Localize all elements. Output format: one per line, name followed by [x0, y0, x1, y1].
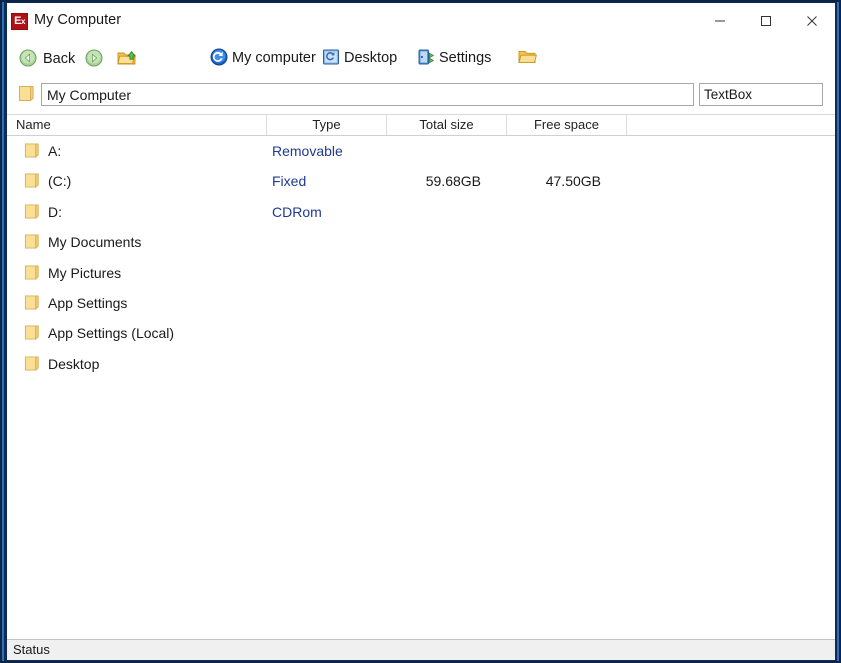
my-computer-icon [210, 48, 228, 66]
settings-icon [417, 48, 435, 66]
table-row[interactable]: My Pictures [7, 258, 835, 288]
cell-type [272, 227, 382, 257]
window-title: My Computer [34, 12, 122, 28]
cell-name: App Settings (Local) [48, 325, 175, 342]
secondary-textbox[interactable] [699, 83, 823, 106]
cell-free-space [507, 349, 619, 379]
folder-icon [24, 172, 40, 189]
cell-name: App Settings [48, 294, 128, 311]
cell-type [272, 349, 382, 379]
table-row[interactable]: App Settings (Local) [7, 318, 835, 348]
cell-free-space [507, 136, 619, 166]
toolbar-item-desktop-label: Desktop [344, 50, 398, 67]
column-header-type[interactable]: Type [267, 115, 387, 135]
toolbar-item-settings[interactable]: Settings [417, 48, 491, 68]
folder-icon [24, 203, 40, 220]
table-row[interactable]: (C:) Fixed 59.68GB 47.50GB [7, 166, 835, 196]
folder-icon [24, 233, 40, 250]
minimize-icon[interactable] [697, 3, 743, 36]
cell-free-space [507, 227, 619, 257]
cell-type: CDRom [272, 203, 322, 220]
cell-total-size [387, 318, 499, 348]
toolbar: Back My computer Desktop Settings [7, 39, 835, 112]
column-header-total-size[interactable]: Total size [387, 115, 507, 135]
back-button[interactable]: Back [19, 49, 75, 69]
cell-free-space [507, 288, 619, 318]
cell-name: A: [48, 143, 62, 159]
table-row[interactable]: My Documents [7, 227, 835, 257]
folder-icon [24, 355, 40, 372]
cell-name: D: [48, 203, 62, 220]
toolbar-item-settings-label: Settings [439, 50, 492, 67]
desktop-background: Ex My Computer Back My computer Desktop … [0, 0, 841, 663]
up-button[interactable] [117, 48, 139, 69]
column-header-free-space[interactable]: Free space [507, 115, 627, 135]
open-folder-button[interactable] [518, 48, 540, 68]
cell-type: Removable [272, 143, 343, 159]
cell-total-size [387, 136, 499, 166]
cell-type: Fixed [272, 173, 307, 190]
cell-free-space [507, 258, 619, 288]
back-button-label: Back [43, 51, 76, 68]
address-bar [7, 77, 835, 113]
column-header-row: Name Type Total size Free space [7, 115, 835, 136]
cell-free-space [507, 197, 619, 227]
cell-free-space [507, 318, 619, 348]
cell-total-size [387, 258, 499, 288]
status-bar: Status [7, 639, 835, 660]
column-header-name[interactable]: Name [7, 115, 267, 135]
folder-icon [24, 294, 40, 311]
cell-name: My Documents [48, 234, 142, 251]
forward-button[interactable] [85, 49, 107, 69]
desktop-icon [322, 48, 340, 66]
toolbar-item-desktop[interactable]: Desktop [322, 48, 397, 68]
excel-icon: Ex [11, 13, 28, 30]
cell-type [272, 258, 382, 288]
cell-type [272, 288, 382, 318]
cell-total-size: 59.68GB [425, 173, 481, 190]
cell-total-size [387, 349, 499, 379]
table-row[interactable]: Desktop [7, 349, 835, 379]
folder-icon [24, 324, 40, 341]
window-client-area: Ex My Computer Back My computer Desktop … [7, 3, 835, 660]
open-folder-icon [518, 48, 537, 66]
close-icon[interactable] [789, 3, 835, 36]
cell-name: (C:) [48, 173, 72, 190]
table-row[interactable]: D: CDRom [7, 197, 835, 227]
toolbar-item-my-computer-label: My computer [232, 50, 316, 67]
folder-icon [18, 85, 35, 102]
column-header-blank[interactable] [627, 115, 835, 135]
file-list-body: A: Removable (C:) Fixed 59.68GB 47.50GB D: CDR… [7, 136, 835, 639]
cell-total-size [387, 197, 499, 227]
address-path-input[interactable] [41, 83, 694, 106]
cell-total-size [387, 227, 499, 257]
folder-up-icon [117, 48, 136, 66]
cell-free-space: 47.50GB [545, 173, 601, 190]
table-row[interactable]: App Settings [7, 288, 835, 318]
forward-arrow-icon [85, 49, 103, 67]
cell-name: My Pictures [48, 264, 122, 281]
folder-icon [24, 142, 40, 159]
cell-type [272, 318, 382, 348]
cell-name: Desktop [48, 355, 100, 372]
folder-icon [24, 264, 40, 281]
toolbar-item-my-computer[interactable]: My computer [210, 48, 316, 68]
back-arrow-icon [19, 49, 37, 67]
table-row[interactable]: A: Removable [7, 136, 835, 166]
maximize-icon[interactable] [743, 3, 789, 36]
title-bar: Ex My Computer [7, 3, 835, 39]
cell-total-size [387, 288, 499, 318]
file-list-view: Name Type Total size Free space A: Remova… [7, 114, 835, 639]
